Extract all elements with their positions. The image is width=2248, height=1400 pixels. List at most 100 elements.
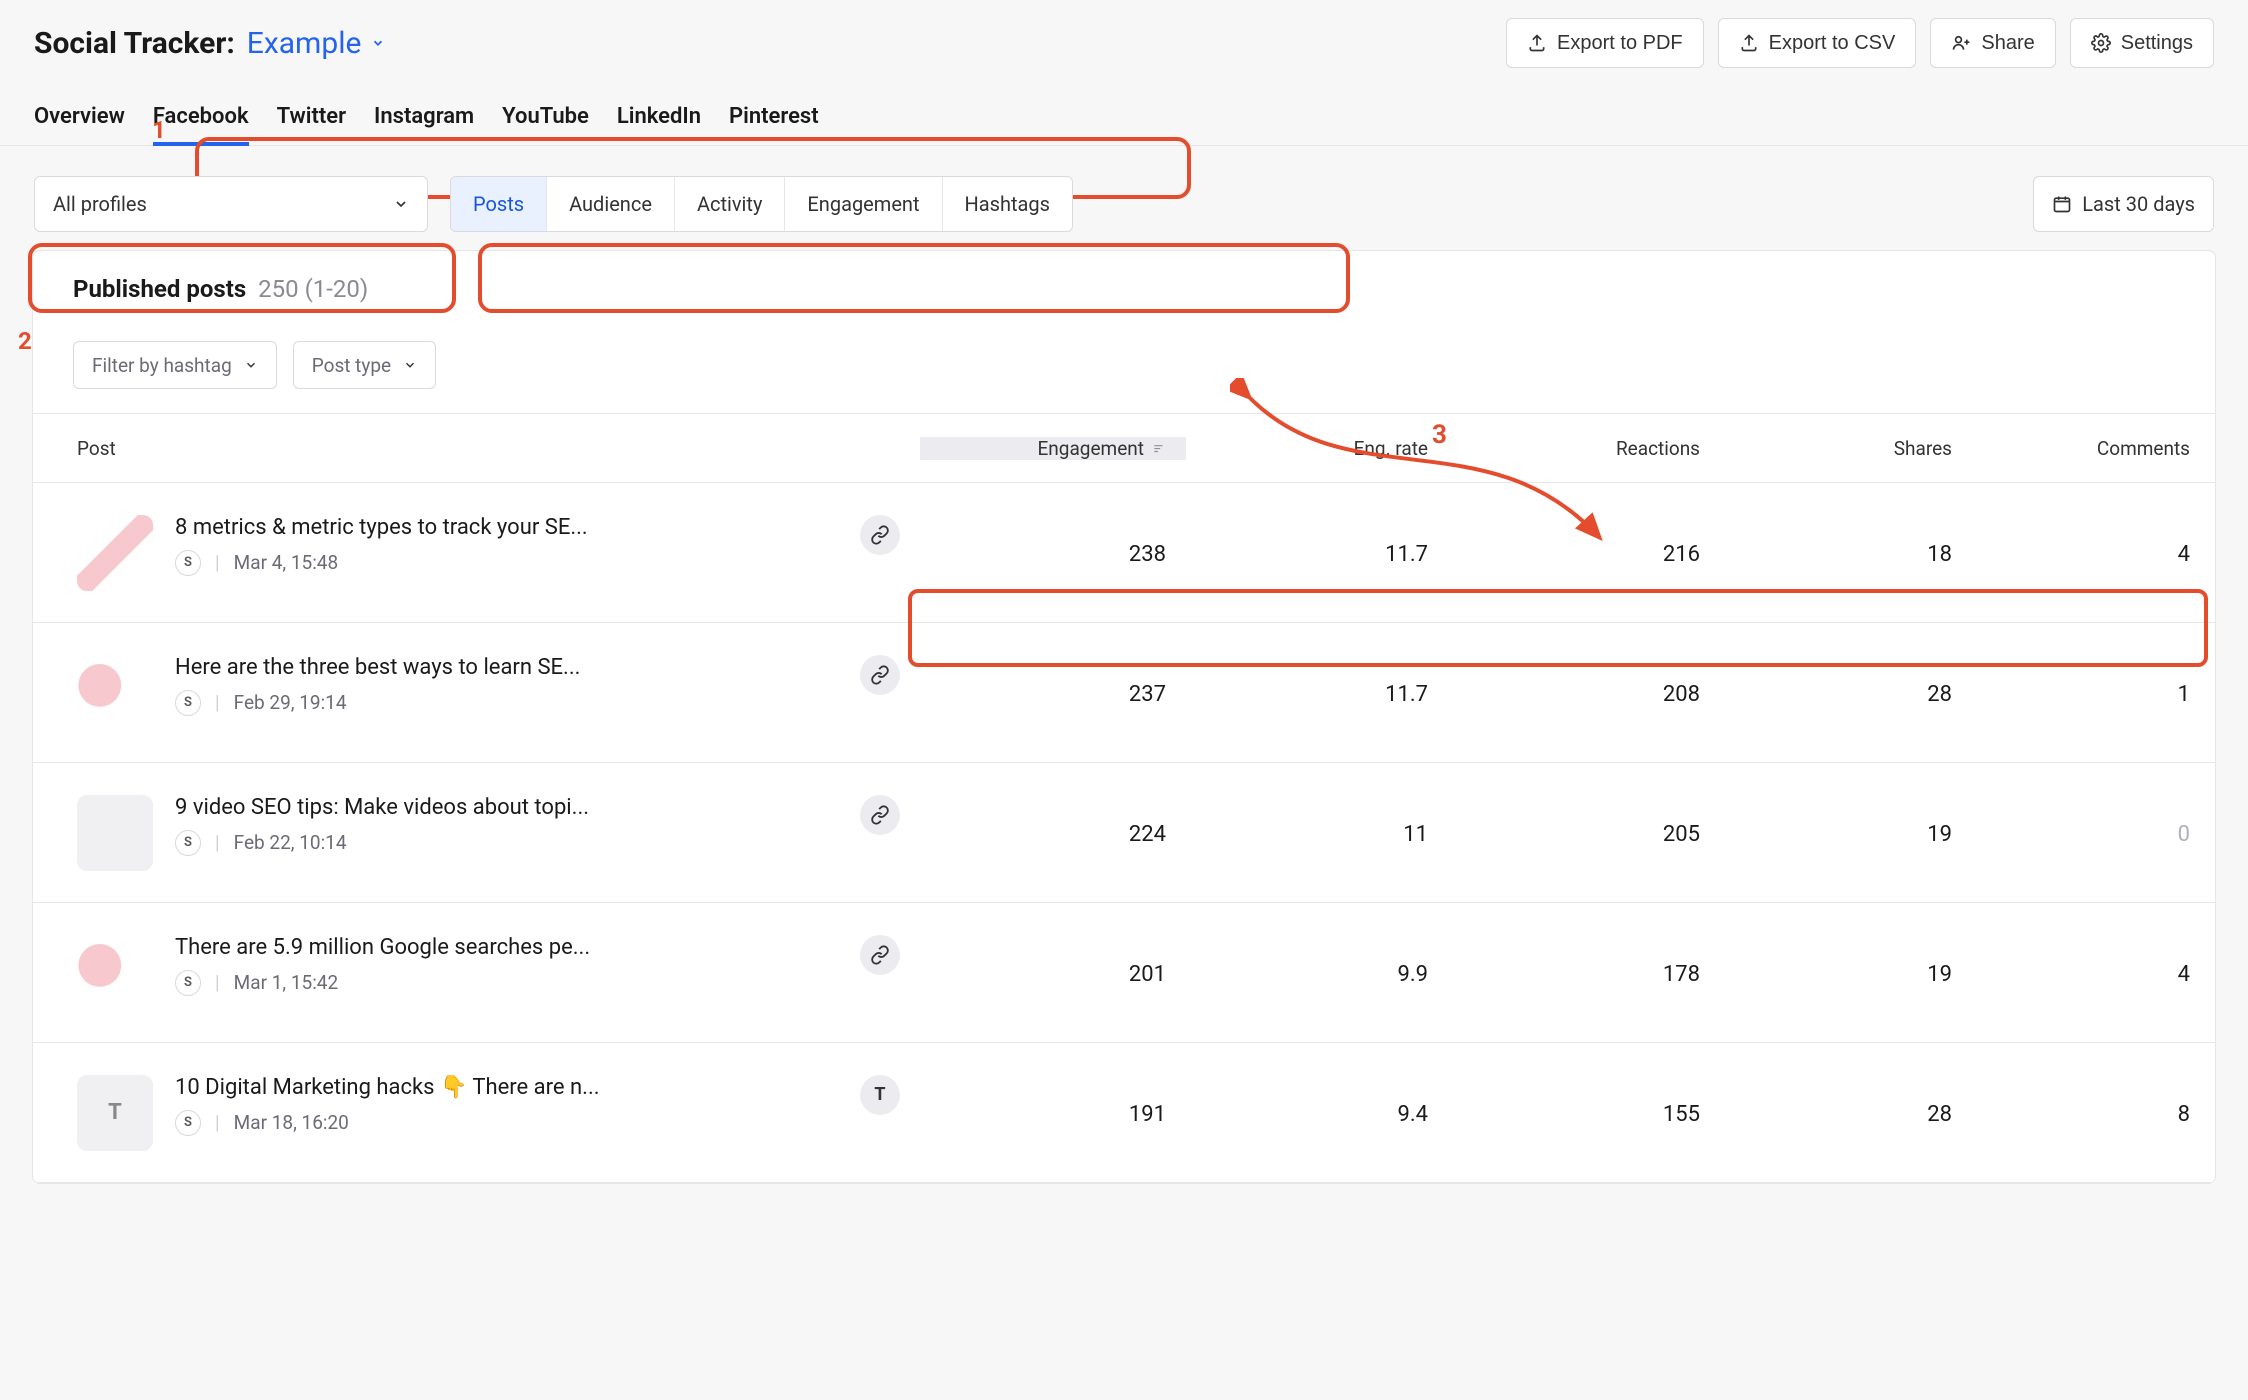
source-badge: S xyxy=(175,690,201,716)
source-badge: S xyxy=(175,550,201,576)
post-date: Feb 22, 10:14 xyxy=(234,831,347,854)
chevron-down-icon xyxy=(393,196,409,212)
annotation-label-2: 2 xyxy=(18,327,32,355)
subtab-engagement[interactable]: Engagement xyxy=(785,177,942,231)
project-selector[interactable]: Example xyxy=(247,26,386,61)
post-date: Mar 4, 15:48 xyxy=(234,551,339,574)
cell-value: 155 xyxy=(1448,1098,1720,1127)
tab-facebook[interactable]: Facebook xyxy=(153,104,249,145)
link-icon[interactable] xyxy=(860,935,900,975)
cell-value: 0 xyxy=(1972,818,2210,847)
cell-value: 28 xyxy=(1720,1098,1972,1127)
upload-icon xyxy=(1527,33,1547,53)
post-thumbnail xyxy=(77,655,153,731)
cell-value: 178 xyxy=(1448,958,1720,987)
subtab-audience[interactable]: Audience xyxy=(547,177,675,231)
cell-value: 18 xyxy=(1720,538,1972,567)
cell-value: 208 xyxy=(1448,678,1720,707)
tab-youtube[interactable]: YouTube xyxy=(502,104,589,145)
column-comments[interactable]: Comments xyxy=(1972,437,2210,460)
text-icon[interactable]: T xyxy=(860,1075,900,1115)
link-icon[interactable] xyxy=(860,795,900,835)
table-row[interactable]: 9 video SEO tips: Make videos about topi… xyxy=(33,763,2215,903)
cell-value: 237 xyxy=(920,678,1186,707)
table-row[interactable]: 8 metrics & metric types to track your S… xyxy=(33,483,2215,623)
source-badge: S xyxy=(175,830,201,856)
tab-pinterest[interactable]: Pinterest xyxy=(729,104,819,145)
main-tabs: Overview Facebook Twitter Instagram YouTube L… xyxy=(0,76,2248,146)
table-header: PostEngagementEng. rateReactionsSharesCo… xyxy=(33,413,2215,483)
settings-button[interactable]: Settings xyxy=(2070,18,2214,68)
post-thumbnail xyxy=(77,795,153,871)
upload-icon xyxy=(1739,33,1759,53)
cell-value: 216 xyxy=(1448,538,1720,567)
cell-value: 11.7 xyxy=(1186,538,1448,567)
source-badge: S xyxy=(175,970,201,996)
share-button[interactable]: Share xyxy=(1930,18,2055,68)
post-title: 10 Digital Marketing hacks 👇 There are n… xyxy=(175,1075,775,1100)
export-pdf-button[interactable]: Export to PDF xyxy=(1506,18,1704,68)
post-date: Feb 29, 19:14 xyxy=(234,691,347,714)
post-thumbnail xyxy=(77,935,153,1011)
cell-value: 19 xyxy=(1720,818,1972,847)
chevron-down-icon xyxy=(244,358,258,372)
export-csv-button[interactable]: Export to CSV xyxy=(1718,18,1917,68)
calendar-icon xyxy=(2052,194,2072,214)
post-date: Mar 18, 16:20 xyxy=(234,1111,349,1134)
post-date: Mar 1, 15:42 xyxy=(234,971,339,994)
subtab-hashtags[interactable]: Hashtags xyxy=(943,177,1072,231)
link-icon[interactable] xyxy=(860,515,900,555)
cell-value: 4 xyxy=(1972,538,2210,567)
annotation-label-1: 1 xyxy=(152,116,166,144)
link-icon[interactable] xyxy=(860,655,900,695)
column-reactions[interactable]: Reactions xyxy=(1448,437,1720,460)
post-title: Here are the three best ways to learn SE… xyxy=(175,655,775,680)
cell-value: 8 xyxy=(1972,1098,2210,1127)
column-engagement[interactable]: Engagement xyxy=(920,437,1186,460)
annotation-label-3: 3 xyxy=(1432,420,1447,450)
sub-tabs: PostsAudienceActivityEngagementHashtags xyxy=(450,176,1073,232)
tab-twitter[interactable]: Twitter xyxy=(277,104,346,145)
column-shares[interactable]: Shares xyxy=(1720,437,1972,460)
posts-card: Published posts 250 (1-20) Filter by has… xyxy=(32,250,2216,1184)
tab-overview[interactable]: Overview xyxy=(34,104,125,145)
column-eng-rate[interactable]: Eng. rate xyxy=(1186,437,1448,460)
post-thumbnail: T xyxy=(77,1075,153,1151)
cell-value: 224 xyxy=(920,818,1186,847)
column-post[interactable]: Post xyxy=(33,437,920,460)
table-row[interactable]: There are 5.9 million Google searches pe… xyxy=(33,903,2215,1043)
user-plus-icon xyxy=(1951,33,1971,53)
gear-icon xyxy=(2091,33,2111,53)
cell-value: 4 xyxy=(1972,958,2210,987)
cell-value: 1 xyxy=(1972,678,2210,707)
project-name: Example xyxy=(247,26,362,61)
cell-value: 191 xyxy=(920,1098,1186,1127)
tab-instagram[interactable]: Instagram xyxy=(374,104,474,145)
date-range-button[interactable]: Last 30 days xyxy=(2033,176,2214,232)
post-title: 9 video SEO tips: Make videos about topi… xyxy=(175,795,775,820)
cell-value: 201 xyxy=(920,958,1186,987)
table-row[interactable]: T 10 Digital Marketing hacks 👇 There are … xyxy=(33,1043,2215,1183)
chevron-down-icon xyxy=(403,358,417,372)
cell-value: 9.4 xyxy=(1186,1098,1448,1127)
cell-value: 28 xyxy=(1720,678,1972,707)
chevron-down-icon xyxy=(371,36,385,50)
post-title: 8 metrics & metric types to track your S… xyxy=(175,515,775,540)
cell-value: 238 xyxy=(920,538,1186,567)
tab-linkedin[interactable]: LinkedIn xyxy=(617,104,701,145)
post-thumbnail xyxy=(77,515,153,591)
card-title: Published posts xyxy=(73,275,246,303)
table-row[interactable]: Here are the three best ways to learn SE… xyxy=(33,623,2215,763)
card-count: 250 (1-20) xyxy=(258,275,368,303)
cell-value: 205 xyxy=(1448,818,1720,847)
filter-post-type[interactable]: Post type xyxy=(293,341,436,389)
subtab-activity[interactable]: Activity xyxy=(675,177,785,231)
cell-value: 11.7 xyxy=(1186,678,1448,707)
filter-hashtag[interactable]: Filter by hashtag xyxy=(73,341,277,389)
page-title: Social Tracker: xyxy=(34,26,235,61)
table-body: 8 metrics & metric types to track your S… xyxy=(33,483,2215,1183)
subtab-posts[interactable]: Posts xyxy=(451,177,547,231)
post-title: There are 5.9 million Google searches pe… xyxy=(175,935,775,960)
profiles-select[interactable]: All profiles xyxy=(34,176,428,232)
cell-value: 11 xyxy=(1186,818,1448,847)
